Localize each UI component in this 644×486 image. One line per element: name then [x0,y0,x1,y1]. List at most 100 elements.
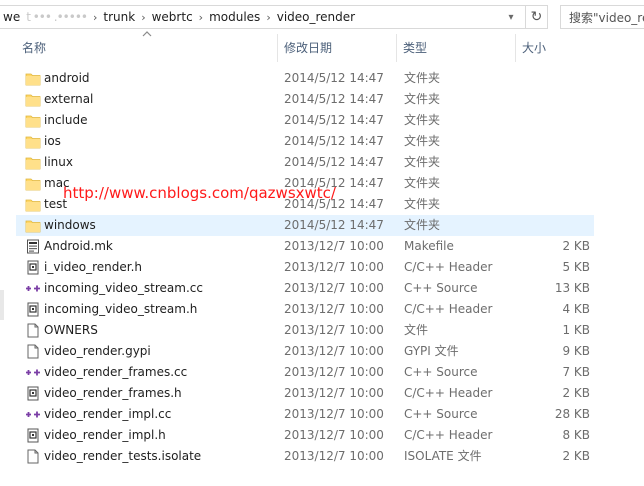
file-row[interactable]: video_render_frames.cc 2013/12/7 10:00 C++… [16,362,594,383]
breadcrumb-item[interactable]: video_render [274,10,358,24]
address-history-button[interactable]: ▾ [500,5,522,29]
file-size: 4 KB [562,302,590,316]
folder-icon [25,113,41,128]
file-type: C/C++ Header [404,302,493,316]
file-name: external [44,92,94,106]
column-header-type[interactable]: 类型 [397,34,515,62]
file-row[interactable]: video_render_frames.h 2013/12/7 10:00 C/C+… [16,383,594,404]
file-modified-date: 2014/5/12 14:47 [284,134,384,148]
address-bar: we t ••• .••••• › trunk › webrtc › modul… [0,0,644,34]
breadcrumb[interactable]: we t ••• .••••• › trunk › webrtc › modul… [0,5,526,29]
breadcrumb-separator-icon[interactable]: › [138,11,148,24]
file-row[interactable]: incoming_video_stream.h 2013/12/7 10:00 C/… [16,299,594,320]
breadcrumb-blurred: t ••• .••••• [26,10,88,24]
column-header-name[interactable]: 名称 [16,34,276,62]
nav-pane-edge [0,290,4,320]
file-modified-date: 2013/12/7 10:00 [284,323,384,337]
file-name: Android.mk [44,239,113,253]
file-name: video_render_frames.h [44,386,182,400]
file-type: ISOLATE 文件 [404,449,482,463]
file-type: 文件夹 [404,197,441,211]
cpp-source-icon [25,365,41,380]
file-row[interactable]: video_render_impl.cc 2013/12/7 10:00 C++ S… [16,404,594,425]
breadcrumb-item[interactable]: trunk [100,10,138,24]
file-modified-date: 2013/12/7 10:00 [284,407,384,421]
file-row[interactable]: include 2014/5/12 14:47 文件夹 [16,110,594,131]
file-row[interactable]: video_render_tests.isolate 2013/12/7 10:0… [16,446,594,467]
file-type: 文件夹 [404,134,441,148]
makefile-icon [25,239,41,254]
file-type: 文件夹 [404,113,441,127]
file-row[interactable]: Android.mk 2013/12/7 10:00 Makefile 2 KB [16,236,594,257]
file-modified-date: 2013/12/7 10:00 [284,428,384,442]
file-size: 2 KB [562,239,590,253]
folder-icon [25,218,41,233]
file-row[interactable]: incoming_video_stream.cc 2013/12/7 10:00 C… [16,278,594,299]
header-file-icon [25,428,41,443]
file-type: C++ Source [404,407,478,421]
file-name: video_render.gypi [44,344,151,358]
file-name: OWNERS [44,323,98,337]
file-type: 文件夹 [404,218,441,232]
file-row[interactable]: OWNERS 2013/12/7 10:00 文件 1 KB [16,320,594,341]
file-type: C++ Source [404,281,478,295]
file-size: 7 KB [562,365,590,379]
file-row[interactable]: linux 2014/5/12 14:47 文件夹 [16,152,594,173]
file-name: ios [44,134,61,148]
breadcrumb-partial[interactable]: we [0,10,23,24]
chevron-down-icon: ▾ [508,11,514,23]
file-type: 文件夹 [404,71,441,85]
breadcrumb-item[interactable]: webrtc [149,10,196,24]
search-input[interactable]: 搜索"video_re [560,5,644,29]
file-row[interactable]: i_video_render.h 2013/12/7 10:00 C/C++ Hea… [16,257,594,278]
file-size: 2 KB [562,449,590,463]
file-size: 8 KB [562,428,590,442]
folder-icon [25,176,41,191]
file-type: C/C++ Header [404,428,493,442]
column-header-date[interactable]: 修改日期 [278,34,396,62]
file-name: android [44,71,90,85]
blank-file-icon [25,323,41,338]
file-modified-date: 2013/12/7 10:00 [284,302,384,316]
folder-icon [25,71,41,86]
file-modified-date: 2013/12/7 10:00 [284,239,384,253]
folder-icon [25,197,41,212]
file-row[interactable]: external 2014/5/12 14:47 文件夹 [16,89,594,110]
file-type: GYPI 文件 [404,344,459,358]
file-type: 文件夹 [404,92,441,106]
refresh-button[interactable]: ↻ [526,5,548,29]
file-row[interactable]: windows 2014/5/12 14:47 文件夹 [16,215,594,236]
file-size: 9 KB [562,344,590,358]
file-name: i_video_render.h [44,260,143,274]
file-size: 5 KB [562,260,590,274]
file-row[interactable]: android 2014/5/12 14:47 文件夹 [16,68,594,89]
breadcrumb-separator-icon[interactable]: › [196,11,206,24]
file-modified-date: 2013/12/7 10:00 [284,260,384,274]
file-type: C++ Source [404,365,478,379]
header-file-icon [25,302,41,317]
cpp-source-icon [25,281,41,296]
file-type: Makefile [404,239,454,253]
file-explorer-window: we t ••• .••••• › trunk › webrtc › modul… [0,0,644,486]
breadcrumb-item[interactable]: modules [206,10,263,24]
file-name: video_render_impl.cc [44,407,172,421]
blank-file-icon [25,344,41,359]
file-row[interactable]: video_render.gypi 2013/12/7 10:00 GYPI 文件 9… [16,341,594,362]
file-modified-date: 2014/5/12 14:47 [284,155,384,169]
file-name: video_render_tests.isolate [44,449,202,463]
column-header-size[interactable]: 大小 [516,34,594,62]
sort-ascending-icon [142,31,152,37]
file-name: windows [44,218,96,232]
file-size: 13 KB [554,281,590,295]
file-name: incoming_video_stream.h [44,302,198,316]
file-name: video_render_impl.h [44,428,166,442]
breadcrumb-separator-icon[interactable]: › [90,11,100,24]
file-row[interactable]: video_render_impl.h 2013/12/7 10:00 C/C++ … [16,425,594,446]
file-type: 文件夹 [404,155,441,169]
folder-icon [25,92,41,107]
search-placeholder: 搜索"video_re [569,10,644,25]
file-modified-date: 2014/5/12 14:47 [284,113,384,127]
breadcrumb-separator-icon[interactable]: › [263,11,273,24]
file-row[interactable]: ios 2014/5/12 14:47 文件夹 [16,131,594,152]
file-name: include [44,113,88,127]
